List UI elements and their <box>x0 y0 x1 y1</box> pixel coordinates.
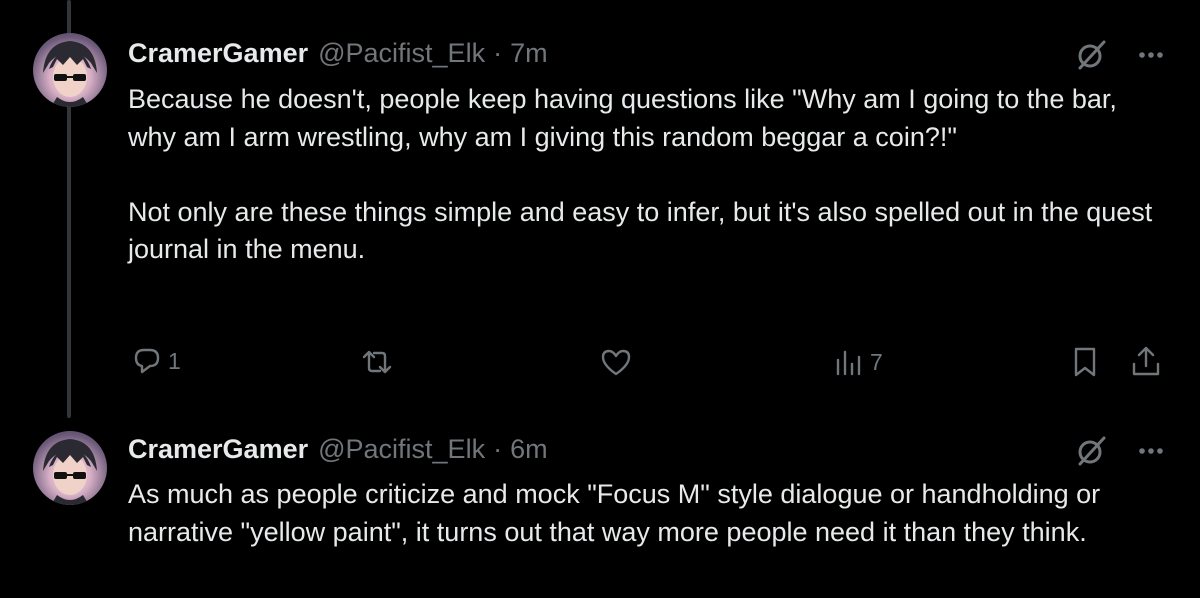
user-handle[interactable]: @Pacifist_Elk <box>318 38 485 69</box>
reply-icon <box>134 348 160 374</box>
bookmark-icon <box>1074 347 1096 377</box>
display-name[interactable]: CramerGamer <box>128 434 308 465</box>
separator-dot: · <box>493 433 503 464</box>
share-button[interactable] <box>1130 344 1162 378</box>
tweet-text: Because he doesn't, people keep having q… <box>128 84 1153 264</box>
reply-button[interactable]: 1 <box>132 346 181 376</box>
views-icon <box>836 350 861 376</box>
tweet-header: CramerGamer @Pacifist_Elk · 6m <box>128 429 548 469</box>
display-name[interactable]: CramerGamer <box>128 38 308 69</box>
more-icon[interactable] <box>1138 51 1164 59</box>
tweet-top-icons <box>1074 38 1164 72</box>
avatar[interactable] <box>33 33 107 107</box>
share-icon <box>1132 346 1160 376</box>
bookmark-button[interactable] <box>1072 346 1098 378</box>
more-icon[interactable] <box>1138 447 1164 455</box>
user-handle[interactable]: @Pacifist_Elk <box>318 434 485 465</box>
tweet-top-icons <box>1074 434 1164 468</box>
reply-count: 1 <box>168 347 181 374</box>
avatar-image <box>43 41 97 107</box>
retweet-icon <box>362 350 392 374</box>
timestamp[interactable]: 7m <box>510 38 548 69</box>
avatar-image <box>43 439 97 505</box>
grok-icon[interactable] <box>1074 38 1108 72</box>
tweet[interactable]: CramerGamer @Pacifist_Elk · 6m As much a… <box>0 410 1200 598</box>
separator-dot: · <box>493 37 503 68</box>
tweet-text: As much as people criticize and mock "Fo… <box>128 479 1108 547</box>
avatar[interactable] <box>33 431 107 505</box>
retweet-button[interactable] <box>360 348 394 376</box>
views-button[interactable]: 7 <box>834 348 883 376</box>
tweet-header: CramerGamer @Pacifist_Elk · 7m <box>128 33 548 73</box>
tweet[interactable]: CramerGamer @Pacifist_Elk · 7m Because h… <box>0 0 1200 410</box>
views-count: 7 <box>870 348 883 375</box>
timestamp[interactable]: 6m <box>510 434 548 465</box>
tweet-actions: 1 7 <box>128 342 1168 382</box>
like-button[interactable] <box>600 348 632 376</box>
grok-icon[interactable] <box>1074 434 1108 468</box>
like-icon <box>601 349 631 376</box>
